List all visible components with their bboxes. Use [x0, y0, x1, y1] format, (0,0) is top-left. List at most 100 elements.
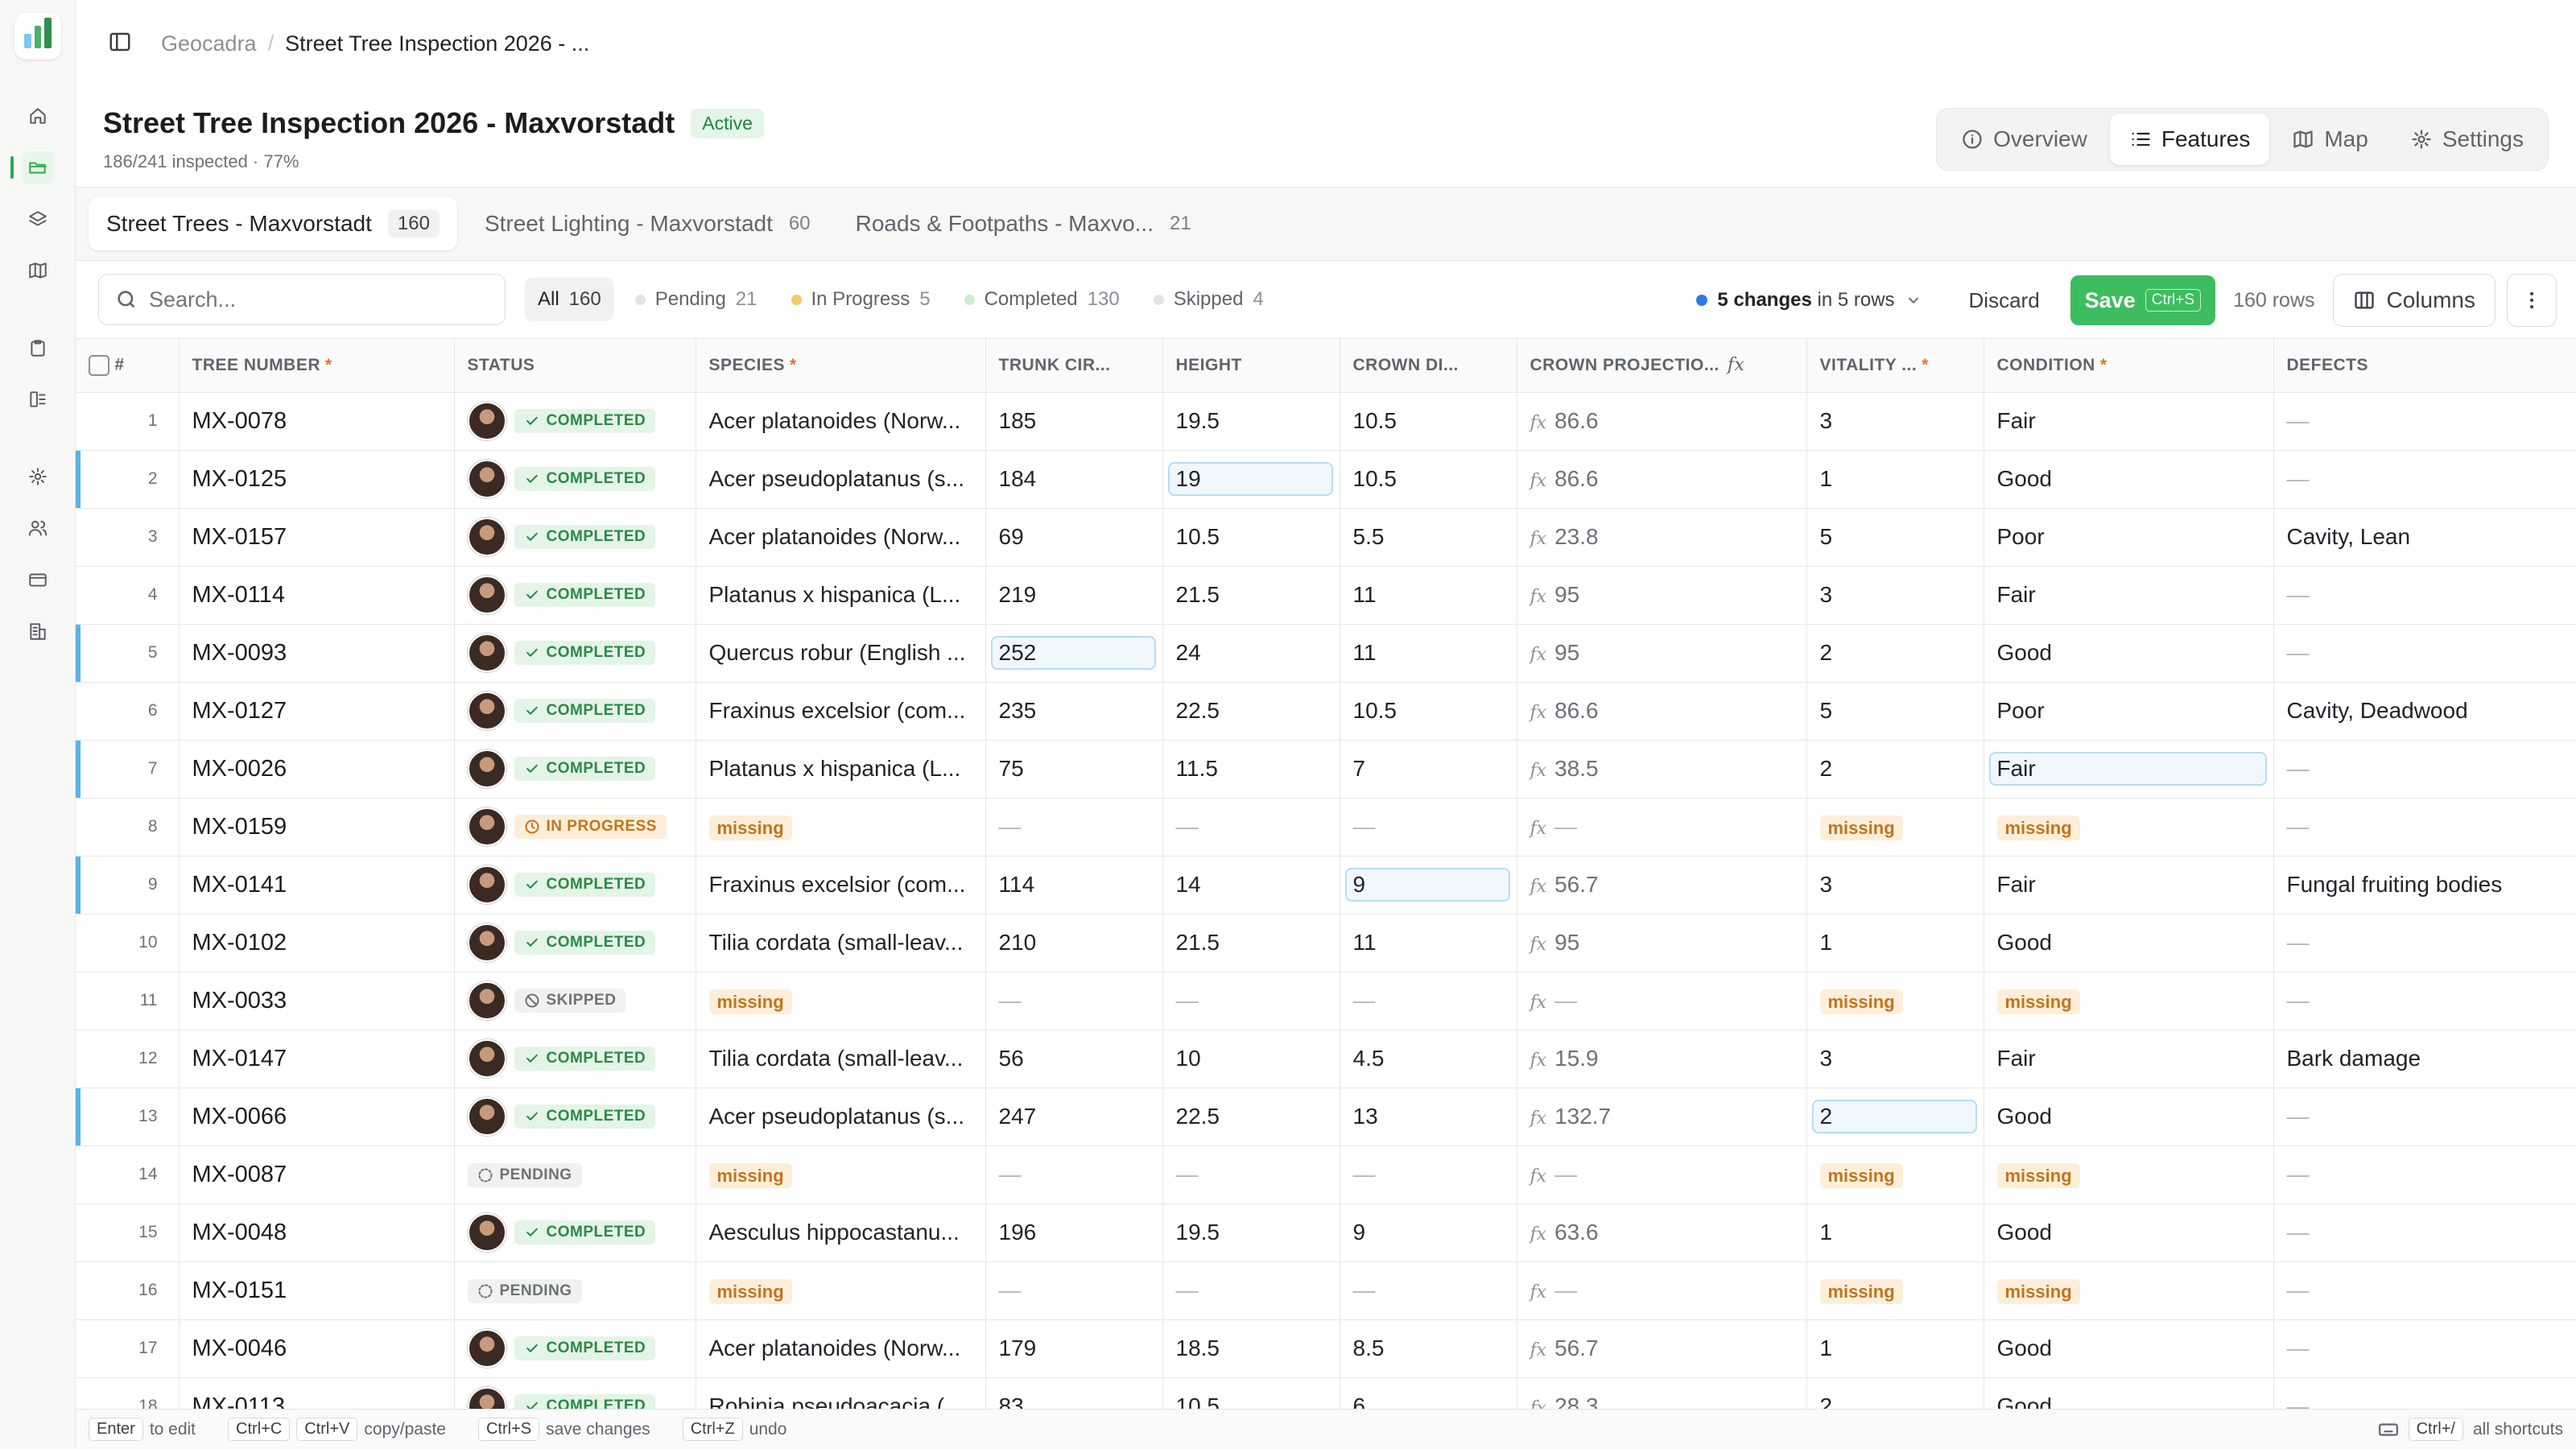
cell-trunk-circumference[interactable]: —: [985, 1146, 1163, 1204]
select-all-checkbox[interactable]: [89, 354, 109, 376]
users-icon[interactable]: [22, 512, 54, 544]
cell-species[interactable]: Acer pseudoplatanus (s...: [696, 1088, 986, 1146]
table-row[interactable]: 1 MX-0078 COMPLETED Acer platanoides (Norw.…: [76, 392, 2576, 451]
cell-condition[interactable]: Fair: [1984, 740, 2274, 799]
cell-condition[interactable]: missing: [1984, 972, 2274, 1030]
cell-height[interactable]: —: [1162, 1146, 1340, 1204]
cell-tree-number[interactable]: MX-0093: [179, 624, 455, 683]
layer-tab-street-trees[interactable]: Street Trees - Maxvorstadt 160: [89, 197, 457, 250]
cell-species[interactable]: missing: [696, 798, 986, 857]
cell-crown-diameter[interactable]: 8.5: [1340, 1319, 1517, 1378]
cell-species[interactable]: Aesculus hippocastanu...: [696, 1203, 986, 1262]
cell-vitality[interactable]: 3: [1806, 856, 1984, 914]
cell-crown-diameter[interactable]: 7: [1340, 740, 1517, 799]
cell-status[interactable]: COMPLETED: [454, 392, 696, 451]
table-row[interactable]: 7 MX-0026 COMPLETED Platanus x hispanica (L…: [76, 740, 2576, 799]
cell-species[interactable]: missing: [696, 972, 986, 1030]
tab-overview[interactable]: Overview: [1942, 114, 2107, 165]
cell-defects[interactable]: —: [2273, 392, 2576, 451]
cell-vitality[interactable]: 1: [1806, 450, 1984, 509]
cell-trunk-circumference[interactable]: 196: [985, 1203, 1163, 1262]
cell-trunk-circumference[interactable]: —: [985, 798, 1163, 857]
cell-crown-diameter[interactable]: —: [1340, 1146, 1517, 1204]
cell-tree-number[interactable]: MX-0127: [179, 682, 455, 741]
table-row[interactable]: 18 MX-0113 COMPLETED Robinia pseudoacacia (…: [76, 1377, 2576, 1409]
cell-condition[interactable]: Good: [1984, 624, 2274, 683]
cell-defects[interactable]: Fungal fruiting bodies: [2273, 856, 2576, 914]
cell-height[interactable]: 10.5: [1162, 508, 1340, 567]
cell-trunk-circumference[interactable]: 56: [985, 1030, 1163, 1088]
filter-all[interactable]: All 160: [525, 278, 614, 321]
cell-vitality[interactable]: 2: [1806, 740, 1984, 799]
cell-crown-diameter[interactable]: 10.5: [1340, 392, 1517, 451]
cell-status[interactable]: SKIPPED: [454, 972, 696, 1030]
cell-species[interactable]: Robinia pseudoacacia (...: [696, 1377, 986, 1409]
table-row[interactable]: 16 MX-0151 PENDING missing — — — fx — missing miss…: [76, 1261, 2576, 1320]
more-options-button[interactable]: [2507, 274, 2557, 327]
cell-species[interactable]: missing: [696, 1146, 986, 1204]
cell-status[interactable]: COMPLETED: [454, 1088, 696, 1146]
cell-vitality[interactable]: 1: [1806, 1319, 1984, 1378]
cell-height[interactable]: 10.5: [1162, 1377, 1340, 1409]
cell-status[interactable]: COMPLETED: [454, 914, 696, 972]
pending-changes-dropdown[interactable]: 5 changes in 5 rows: [1696, 289, 1938, 312]
cell-trunk-circumference[interactable]: 252: [985, 624, 1163, 683]
layer-tab-roads-footpaths[interactable]: Roads & Footpaths - Maxvo... 21: [838, 197, 1209, 250]
filter-skipped[interactable]: Skipped 4: [1141, 278, 1277, 321]
cell-tree-number[interactable]: MX-0141: [179, 856, 455, 914]
cell-defects[interactable]: —: [2273, 1146, 2576, 1204]
table-row[interactable]: 11 MX-0033 SKIPPED missing — — — fx — missing miss…: [76, 972, 2576, 1030]
tab-features[interactable]: Features: [2109, 114, 2270, 165]
cell-crown-diameter[interactable]: 9: [1340, 1203, 1517, 1262]
filter-pending[interactable]: Pending 21: [622, 278, 770, 321]
breadcrumb-root[interactable]: Geocadra: [161, 31, 257, 56]
cell-condition[interactable]: Poor: [1984, 508, 2274, 567]
cell-vitality[interactable]: missing: [1806, 1146, 1984, 1204]
cell-tree-number[interactable]: MX-0147: [179, 1030, 455, 1088]
cell-tree-number[interactable]: MX-0125: [179, 450, 455, 509]
cell-crown-diameter[interactable]: 11: [1340, 624, 1517, 683]
cell-status[interactable]: COMPLETED: [454, 450, 696, 509]
save-button[interactable]: Save Ctrl+S: [2070, 275, 2216, 325]
tab-map[interactable]: Map: [2273, 114, 2387, 165]
cell-condition[interactable]: Poor: [1984, 682, 2274, 741]
cell-vitality[interactable]: 3: [1806, 566, 1984, 625]
column-header-trunk-circumference[interactable]: TRUNK CIR...: [985, 339, 1163, 393]
cell-crown-diameter[interactable]: 11: [1340, 566, 1517, 625]
cell-status[interactable]: PENDING: [454, 1261, 696, 1320]
cell-defects[interactable]: Bark damage: [2273, 1030, 2576, 1088]
cell-crown-diameter[interactable]: —: [1340, 972, 1517, 1030]
table-row[interactable]: 4 MX-0114 COMPLETED Platanus x hispanica (L…: [76, 566, 2576, 625]
cell-vitality[interactable]: missing: [1806, 972, 1984, 1030]
gear-icon[interactable]: [22, 460, 54, 493]
cell-tree-number[interactable]: MX-0114: [179, 566, 455, 625]
cell-crown-diameter[interactable]: 9: [1340, 856, 1517, 914]
cell-vitality[interactable]: 5: [1806, 508, 1984, 567]
columns-button[interactable]: Columns: [2332, 274, 2496, 327]
search-box[interactable]: [98, 274, 506, 325]
cell-condition[interactable]: Fair: [1984, 1030, 2274, 1088]
cell-tree-number[interactable]: MX-0102: [179, 914, 455, 972]
cell-condition[interactable]: Good: [1984, 450, 2274, 509]
cell-height[interactable]: 11.5: [1162, 740, 1340, 799]
cell-trunk-circumference[interactable]: 114: [985, 856, 1163, 914]
table-row[interactable]: 3 MX-0157 COMPLETED Acer platanoides (Norw.…: [76, 508, 2576, 567]
cell-height[interactable]: 21.5: [1162, 914, 1340, 972]
cell-trunk-circumference[interactable]: 219: [985, 566, 1163, 625]
cell-tree-number[interactable]: MX-0151: [179, 1261, 455, 1320]
cell-defects[interactable]: —: [2273, 1377, 2576, 1409]
cell-tree-number[interactable]: MX-0113: [179, 1377, 455, 1409]
cell-trunk-circumference[interactable]: 210: [985, 914, 1163, 972]
cell-condition[interactable]: Good: [1984, 1319, 2274, 1378]
cell-species[interactable]: Acer platanoides (Norw...: [696, 392, 986, 451]
cell-condition[interactable]: missing: [1984, 798, 2274, 857]
map-icon[interactable]: [22, 254, 54, 287]
cell-vitality[interactable]: 1: [1806, 914, 1984, 972]
cell-species[interactable]: Quercus robur (English ...: [696, 624, 986, 683]
cell-height[interactable]: —: [1162, 798, 1340, 857]
cell-height[interactable]: 22.5: [1162, 1088, 1340, 1146]
cell-height[interactable]: 21.5: [1162, 566, 1340, 625]
cell-species[interactable]: Fraxinus excelsior (com...: [696, 682, 986, 741]
inspection-icon[interactable]: [22, 383, 54, 415]
cell-crown-diameter[interactable]: —: [1340, 798, 1517, 857]
